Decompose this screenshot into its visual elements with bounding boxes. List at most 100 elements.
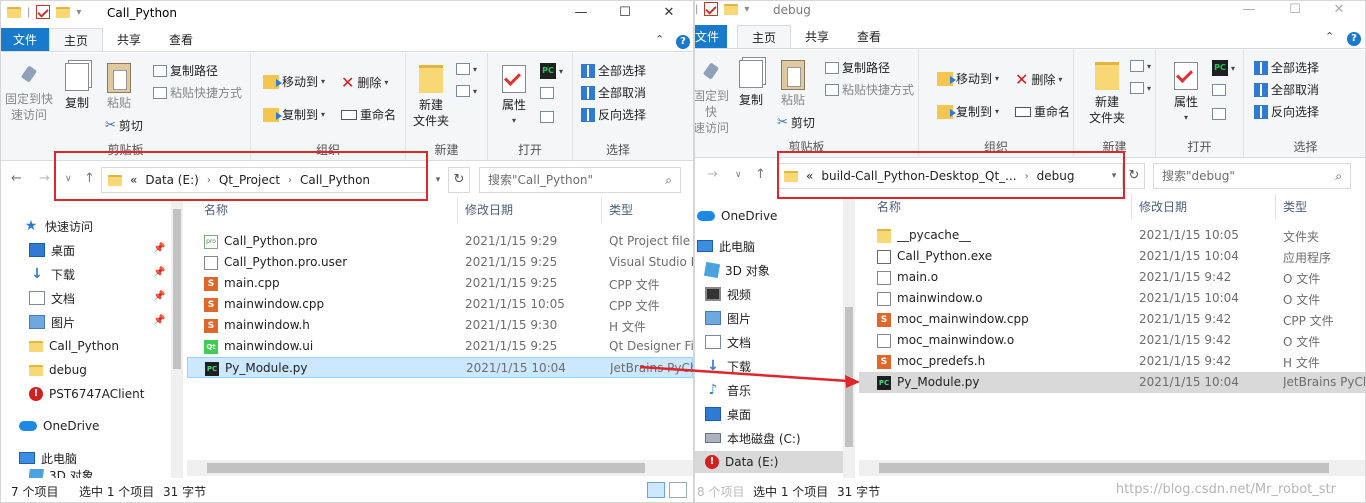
file-name[interactable]: moc_mainwindow.o xyxy=(877,333,1014,348)
address-dropdown-icon[interactable]: ▾ xyxy=(429,167,447,193)
file-name[interactable]: Smoc_mainwindow.cpp xyxy=(877,312,1029,327)
table-row[interactable]: Smainwindow.cpp 2021/1/15 10:05 CPP 文件 xyxy=(187,294,693,315)
column-divider[interactable] xyxy=(457,197,458,223)
properties-button[interactable]: 属性 ▾ xyxy=(496,65,532,129)
search-input[interactable]: 搜索"Call_Python" ⌕ xyxy=(479,167,681,193)
close-button[interactable]: ✕ xyxy=(649,3,689,23)
paste-button[interactable]: 粘贴 xyxy=(775,60,811,108)
collapse-ribbon-icon[interactable]: ⌃ xyxy=(1325,30,1334,43)
table-row[interactable]: PC Py_Module.py 2021/1/15 10:04 JetBrains P… xyxy=(859,372,1365,393)
nav-videos[interactable]: 视频 xyxy=(705,283,751,305)
pin-quick-access-button[interactable]: 固定到快 速访问 xyxy=(695,62,731,136)
pin-quick-access-button[interactable]: 固定到快 速访问 xyxy=(5,65,53,123)
copy-to-button[interactable]: 复制到 ▾ xyxy=(937,103,999,120)
column-divider[interactable] xyxy=(1275,194,1276,220)
table-row[interactable]: main.o 2021/1/15 9:42 O 文件 xyxy=(859,267,1365,288)
nav-pictures[interactable]: 图片 xyxy=(29,311,75,333)
forward-arrow-icon[interactable]: → xyxy=(707,167,718,182)
horizontal-scrollbar-thumb[interactable] xyxy=(207,463,645,473)
nav-quick-access[interactable]: ★ 快速访问 xyxy=(23,215,93,237)
file-name[interactable]: pro Call_Python.pro xyxy=(204,234,317,249)
open-with-button[interactable]: PC ▾ xyxy=(1212,60,1235,76)
new-folder-button[interactable]: 新建 文件夹 xyxy=(1086,62,1128,126)
file-name[interactable]: PC Py_Module.py xyxy=(205,361,308,376)
maximize-button[interactable]: ☐ xyxy=(605,3,645,23)
column-type[interactable]: 类型 xyxy=(609,201,633,218)
nav-debug[interactable]: debug xyxy=(29,359,87,381)
nav-data-e[interactable]: ! Data (E:) xyxy=(695,451,843,473)
move-to-button[interactable]: 移动到 ▾ xyxy=(263,73,325,90)
table-row[interactable]: Smoc_mainwindow.cpp 2021/1/15 9:42 CPP 文件 xyxy=(859,309,1365,330)
minimize-button[interactable]: — xyxy=(561,3,601,23)
edit-button[interactable] xyxy=(540,87,554,99)
easy-access-button[interactable]: ▾ xyxy=(1130,82,1151,94)
large-icons-view-icon[interactable] xyxy=(669,482,687,498)
copy-button[interactable]: 复制 xyxy=(59,63,95,111)
nav-this-pc[interactable]: 此电脑 xyxy=(697,235,755,257)
nav-3d-objects[interactable]: 3D 对象 xyxy=(703,259,770,281)
new-item-button[interactable]: ▾ xyxy=(456,63,477,75)
title-bar[interactable]: | ▾ debug — ☐ ✕ xyxy=(695,1,1365,23)
horizontal-scrollbar-thumb[interactable] xyxy=(879,463,1329,473)
close-button[interactable]: ✕ xyxy=(1319,1,1359,20)
column-name[interactable]: 名称 xyxy=(204,201,228,218)
rename-button[interactable]: 重命名 xyxy=(1015,103,1070,120)
file-name[interactable]: PC Py_Module.py xyxy=(877,375,980,390)
horizontal-scrollbar[interactable] xyxy=(859,460,1365,476)
help-icon[interactable]: ? xyxy=(1347,31,1361,46)
easy-access-button[interactable]: ▾ xyxy=(456,85,477,97)
properties-quick-icon[interactable] xyxy=(704,2,719,16)
title-bar[interactable]: | ▾ Call_Python — ☐ ✕ xyxy=(1,1,693,26)
file-name[interactable]: main.o xyxy=(877,270,938,285)
search-input[interactable]: 搜索"debug" ⌕ xyxy=(1153,163,1351,189)
table-row[interactable]: Smain.cpp 2021/1/15 9:25 CPP 文件 xyxy=(187,273,693,294)
cut-button[interactable]: ✂ 剪切 xyxy=(777,114,815,131)
nav-documents[interactable]: 文档 xyxy=(29,287,75,309)
nav-local-disk-c[interactable]: 本地磁盘 (C:) xyxy=(705,427,801,449)
column-date[interactable]: 修改日期 xyxy=(465,201,513,218)
file-name[interactable]: Call_Python.exe xyxy=(877,249,992,264)
refresh-icon[interactable]: ↻ xyxy=(448,167,470,193)
paste-shortcut-button[interactable]: 粘贴快捷方式 xyxy=(153,84,242,101)
table-row[interactable]: moc_mainwindow.o 2021/1/15 9:42 O 文件 xyxy=(859,330,1365,351)
file-name[interactable]: __pycache__ xyxy=(877,228,971,243)
nav-this-pc[interactable]: 此电脑 xyxy=(19,447,77,469)
history-button[interactable] xyxy=(1212,108,1226,120)
nav-call-python[interactable]: Call_Python xyxy=(29,335,119,357)
history-button[interactable] xyxy=(540,111,554,123)
nav-downloads[interactable]: ↓ 下载 xyxy=(705,355,751,377)
invert-selection-button[interactable]: 反向选择 xyxy=(1254,103,1319,120)
nav-desktop[interactable]: 桌面 xyxy=(29,239,75,261)
file-name[interactable]: Call_Python.pro.user xyxy=(204,255,347,270)
table-row[interactable]: Call_Python.pro.user 2021/1/15 9:25 Visual… xyxy=(187,252,693,273)
nav-onedrive[interactable]: OneDrive xyxy=(19,415,99,437)
tab-view[interactable]: 查看 xyxy=(155,28,207,51)
tab-view[interactable]: 查看 xyxy=(843,25,895,48)
copy-path-button[interactable]: 复制路径 xyxy=(153,62,218,79)
new-item-button[interactable]: ▾ xyxy=(1130,60,1151,72)
table-row[interactable]: Call_Python.exe 2021/1/15 10:04 应用程序 xyxy=(859,246,1365,267)
table-row[interactable]: mainwindow.o 2021/1/15 10:04 O 文件 xyxy=(859,288,1365,309)
nav-pictures[interactable]: 图片 xyxy=(705,307,751,329)
tab-file[interactable]: 文件 xyxy=(1,28,50,51)
table-row[interactable]: pro Call_Python.pro 2021/1/15 9:29 Qt Proje… xyxy=(187,231,693,252)
tab-share[interactable]: 共享 xyxy=(103,28,155,51)
nav-documents[interactable]: 文档 xyxy=(705,331,751,353)
tab-home[interactable]: 主页 xyxy=(737,25,792,48)
table-row[interactable]: Qt mainwindow.ui 2021/1/15 9:25 Qt Designer… xyxy=(187,336,693,357)
column-name[interactable]: 名称 xyxy=(877,198,901,215)
up-arrow-icon[interactable]: ↑ xyxy=(755,167,766,182)
file-name[interactable]: Smainwindow.cpp xyxy=(204,297,324,312)
column-divider[interactable] xyxy=(1131,194,1132,220)
new-folder-quick-icon[interactable] xyxy=(56,6,71,18)
invert-selection-button[interactable]: 反向选择 xyxy=(581,106,646,123)
select-none-button[interactable]: 全部取消 xyxy=(1254,81,1319,98)
help-icon[interactable]: ? xyxy=(676,34,690,49)
paste-shortcut-button[interactable]: 粘贴快捷方式 xyxy=(825,81,914,98)
nav-scrollbar-thumb[interactable] xyxy=(173,209,181,369)
table-row[interactable]: Smoc_predefs.h 2021/1/15 9:42 H 文件 xyxy=(859,351,1365,372)
column-divider[interactable] xyxy=(601,197,602,223)
delete-button[interactable]: ✕ 删除 ▾ xyxy=(341,73,388,92)
file-name[interactable]: Smainwindow.h xyxy=(204,318,310,333)
pin-icon[interactable]: 📌 xyxy=(153,243,165,254)
